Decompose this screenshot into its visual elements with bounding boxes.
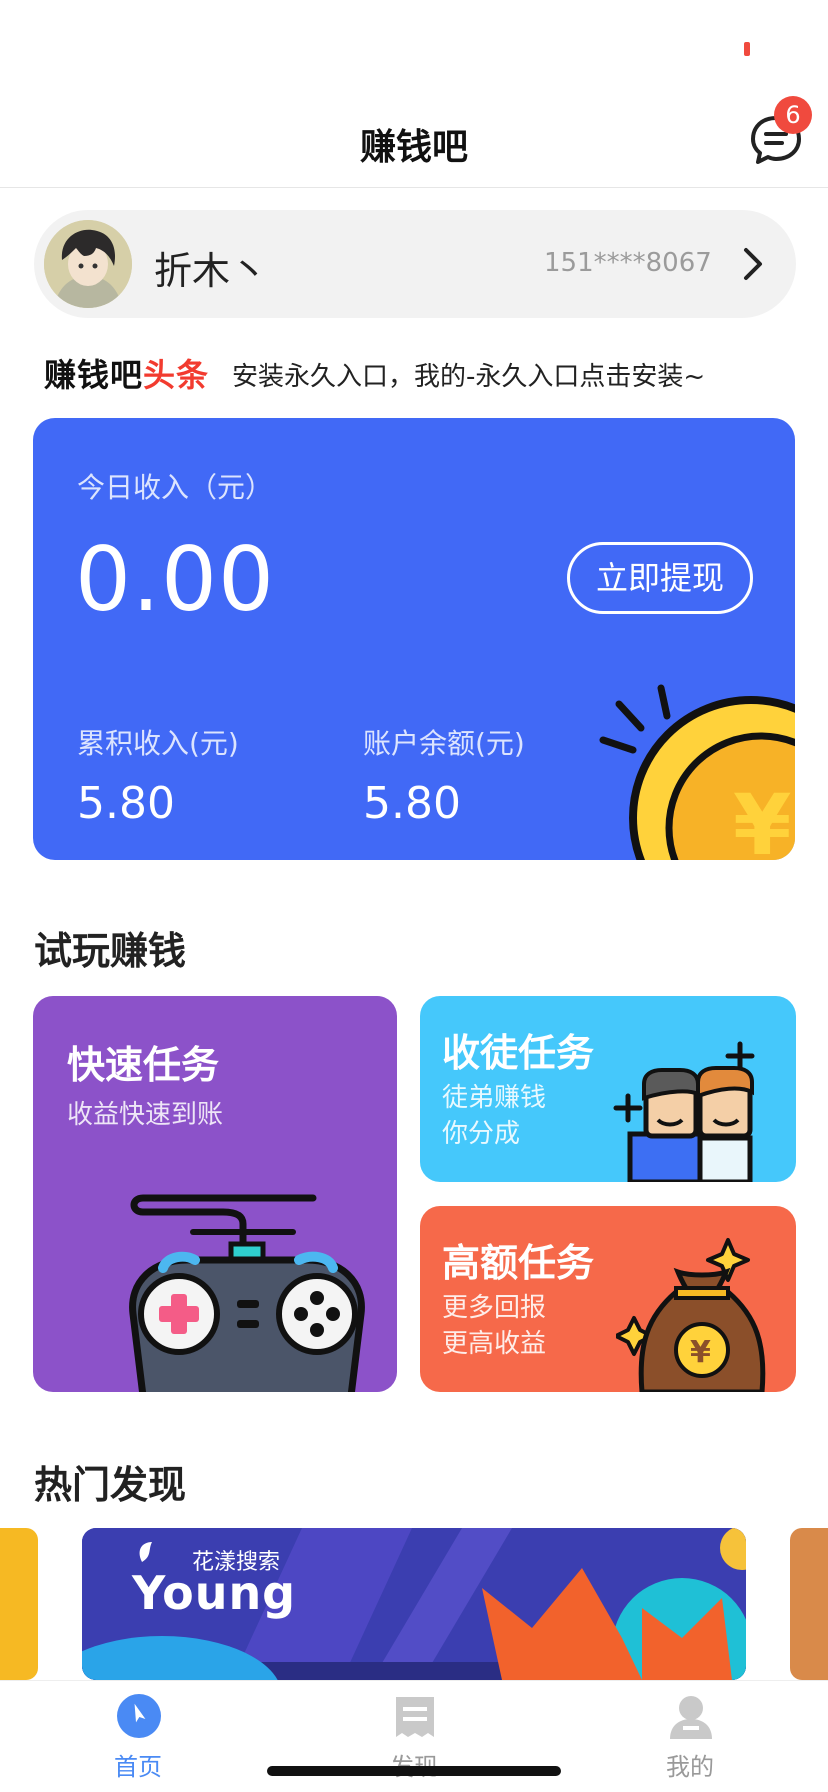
invite-task-card[interactable]: 收徒任务 徒弟赚钱 你分成 <box>420 996 796 1182</box>
receipt-icon <box>396 1697 434 1737</box>
money-bag-icon: ¥ <box>616 1238 766 1392</box>
today-income-value: 0.00 <box>75 528 275 631</box>
news-ticker[interactable]: 赚钱吧头条 安装永久入口，我的-永久入口点击安装~ <box>44 350 804 394</box>
user-name: 折木丶 <box>154 249 269 293</box>
quick-task-title: 快速任务 <box>67 1043 220 1087</box>
tab-mine[interactable]: 我的 <box>610 1681 770 1792</box>
news-brand: 赚钱吧头条 <box>44 350 209 396</box>
high-task-card[interactable]: 高额任务 更多回报 更高收益 ¥ <box>420 1206 796 1392</box>
today-income-label: 今日收入（元） <box>77 471 274 504</box>
svg-text:¥: ¥ <box>733 776 791 860</box>
home-indicator[interactable] <box>267 1766 561 1776</box>
tab-mine-label: 我的 <box>666 1753 714 1781</box>
tab-home-label: 首页 <box>114 1753 162 1781</box>
invite-task-line2: 你分成 <box>442 1119 521 1149</box>
high-task-line1: 更多回报 <box>442 1293 547 1323</box>
invite-task-line1: 徒弟赚钱 <box>442 1083 547 1113</box>
earnings-card: 今日收入（元） 0.00 立即提现 累积收入(元) 5.80 账户余额(元) 5… <box>33 418 795 860</box>
section-title-hot: 热门发现 <box>34 1463 187 1507</box>
page-title: 赚钱吧 <box>359 127 468 168</box>
banner-brand-big: Young <box>132 1566 297 1620</box>
avatar[interactable] <box>44 220 132 308</box>
banner-slide[interactable]: 花漾搜索 Young <box>82 1528 746 1680</box>
balance-value: 5.80 <box>363 778 461 829</box>
gamepad-icon <box>129 1194 365 1392</box>
compass-icon <box>117 1694 161 1738</box>
banner-prev-slide[interactable] <box>0 1528 38 1680</box>
user-phone: 151****8067 <box>544 248 712 278</box>
withdraw-button[interactable]: 立即提现 <box>567 542 753 614</box>
coin-icon: ¥ <box>583 668 795 860</box>
status-bar <box>0 0 828 88</box>
quick-task-card[interactable]: 快速任务 收益快速到账 <box>33 996 397 1392</box>
news-brand-main: 赚钱吧 <box>44 356 144 394</box>
nav-bar: 赚钱吧 <box>0 88 828 188</box>
total-income-value: 5.80 <box>77 778 175 829</box>
invite-task-title: 收徒任务 <box>442 1031 595 1075</box>
high-task-line2: 更高收益 <box>442 1329 547 1359</box>
section-title-trial: 试玩赚钱 <box>34 929 187 973</box>
person-icon <box>670 1696 712 1739</box>
balance-label: 账户余额(元) <box>363 727 525 760</box>
quick-task-subtitle: 收益快速到账 <box>67 1100 224 1130</box>
chevron-right-icon <box>734 240 774 288</box>
banner-next-slide[interactable] <box>790 1528 828 1680</box>
svg-text:¥: ¥ <box>690 1335 711 1370</box>
people-icon <box>613 1041 755 1182</box>
user-card[interactable]: 折木丶 151****8067 <box>34 210 796 318</box>
news-text: 安装永久入口，我的-永久入口点击安装~ <box>232 362 706 392</box>
tab-discover-label: 发现 <box>334 1747 494 1782</box>
total-income-label: 累积收入(元) <box>77 727 239 760</box>
message-badge: 6 <box>774 96 812 134</box>
banner-carousel[interactable]: 花漾搜索 Young <box>0 1528 828 1680</box>
news-brand-highlight: 头条 <box>143 356 210 394</box>
high-task-title: 高额任务 <box>442 1241 595 1285</box>
recording-indicator <box>744 42 750 56</box>
tab-home[interactable]: 首页 <box>58 1681 218 1792</box>
